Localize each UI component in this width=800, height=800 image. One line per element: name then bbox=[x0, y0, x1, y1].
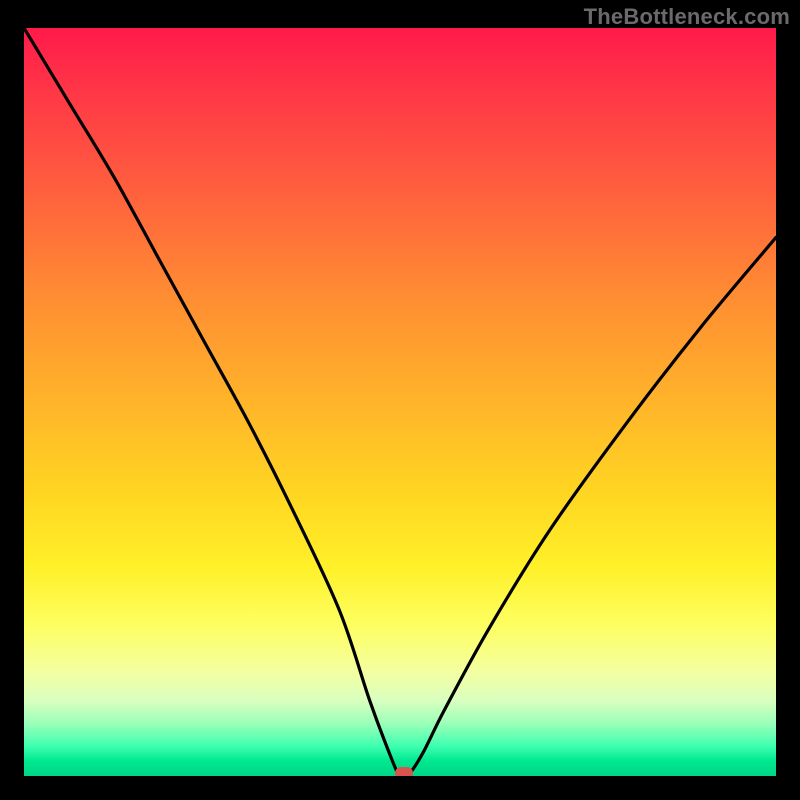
chart-frame: TheBottleneck.com bbox=[0, 0, 800, 800]
valley-marker bbox=[395, 767, 413, 776]
plot-area bbox=[24, 28, 776, 776]
curve-svg bbox=[24, 28, 776, 776]
watermark-text: TheBottleneck.com bbox=[584, 4, 790, 30]
bottleneck-curve-path bbox=[24, 28, 776, 776]
